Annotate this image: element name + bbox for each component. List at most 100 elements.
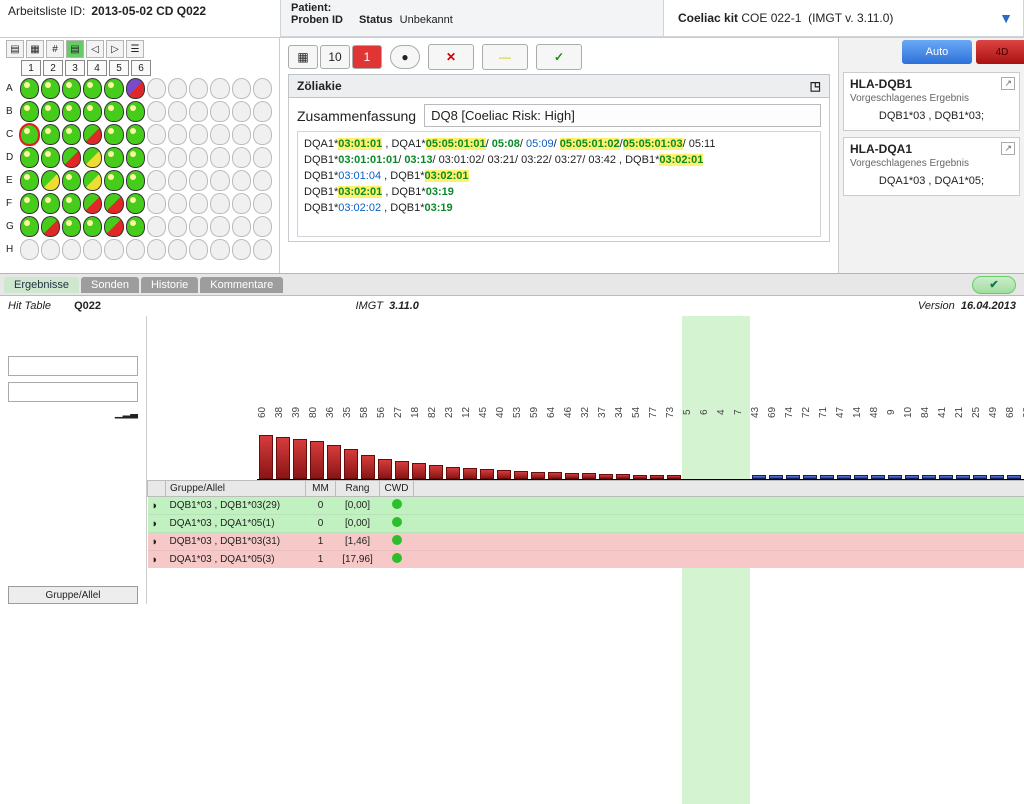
well-B10[interactable] [210,101,229,122]
probe-27[interactable]: 27 [393,400,410,424]
well-H1[interactable] [20,239,39,260]
num-1[interactable]: 1 [352,45,382,69]
well-G10[interactable] [210,216,229,237]
locus-card-0[interactable]: ↗HLA-DQB1Vorgeschlagenes ErgebnisDQB1*03… [843,72,1020,131]
expand-icon[interactable]: ◳ [810,79,821,93]
plate-col-5[interactable]: 5 [109,60,129,76]
probe-58[interactable]: 58 [359,400,376,424]
fourD-button[interactable]: 4D [976,40,1024,64]
kit-selector[interactable]: Coeliac kit COE 022-1 (IMGT v. 3.11.0) ▼ [664,0,1024,37]
well-H8[interactable] [168,239,187,260]
well-F10[interactable] [210,193,229,214]
well-H12[interactable] [253,239,272,260]
expand-icon[interactable]: ◗ [148,515,166,533]
well-D3[interactable] [62,147,81,168]
well-H9[interactable] [189,239,208,260]
well-C9[interactable] [189,124,208,145]
well-G9[interactable] [189,216,208,237]
result-row[interactable]: ◗DQB1*03 , DQB1*03(31)1[1,46] [148,533,1024,551]
well-G12[interactable] [253,216,272,237]
popout-icon[interactable]: ↗ [1001,142,1015,155]
probe-64[interactable]: 64 [546,400,563,424]
probe-41[interactable]: 41 [937,400,954,424]
locus-card-1[interactable]: ↗HLA-DQA1Vorgeschlagenes ErgebnisDQA1*03… [843,137,1020,196]
well-D1[interactable] [20,147,39,168]
well-C7[interactable] [147,124,166,145]
probe-82[interactable]: 82 [427,400,444,424]
plate-menu[interactable]: ☰ [126,40,144,58]
well-F6[interactable] [126,193,145,214]
well-G11[interactable] [232,216,251,237]
chevron-down-icon[interactable]: ▼ [999,10,1013,26]
well-B7[interactable] [147,101,166,122]
tab-sonden[interactable]: Sonden [81,277,139,293]
probe-7[interactable]: 7 [733,400,750,424]
well-C11[interactable] [232,124,251,145]
filter-input-2[interactable] [8,382,138,402]
probe-34[interactable]: 34 [614,400,631,424]
probe-38[interactable]: 38 [274,400,291,424]
probe-80[interactable]: 80 [308,400,325,424]
well-C5[interactable] [104,124,123,145]
num-10[interactable]: 10 [320,45,350,69]
well-D10[interactable] [210,147,229,168]
probe-49[interactable]: 49 [988,400,1005,424]
well-E7[interactable] [147,170,166,191]
result-row[interactable]: ◗DQB1*03 , DQB1*03(29)0[0,00] [148,497,1024,515]
well-H3[interactable] [62,239,81,260]
well-C6[interactable] [126,124,145,145]
well-C2[interactable] [41,124,60,145]
probe-47[interactable]: 47 [835,400,852,424]
probe-71[interactable]: 71 [818,400,835,424]
probe-68[interactable]: 68 [1005,400,1022,424]
well-B2[interactable] [41,101,60,122]
probe-40[interactable]: 40 [495,400,512,424]
well-E12[interactable] [253,170,272,191]
well-C10[interactable] [210,124,229,145]
well-G5[interactable] [104,216,123,237]
well-E8[interactable] [168,170,187,191]
probe-36[interactable]: 36 [325,400,342,424]
tb-icon[interactable]: ▦ [288,45,318,69]
well-F2[interactable] [41,193,60,214]
well-A12[interactable] [253,78,272,99]
probe-12[interactable]: 12 [461,400,478,424]
plate-tool-green[interactable]: ▤ [66,40,84,58]
plate-tool-1[interactable]: ▤ [6,40,24,58]
well-A6[interactable] [126,78,145,99]
plate-next[interactable]: ▷ [106,40,124,58]
expand-icon[interactable]: ◗ [148,497,166,515]
well-A2[interactable] [41,78,60,99]
well-F3[interactable] [62,193,81,214]
col-cwd[interactable]: CWD [380,481,414,497]
well-F9[interactable] [189,193,208,214]
well-B4[interactable] [83,101,102,122]
probe-77[interactable]: 77 [648,400,665,424]
well-B5[interactable] [104,101,123,122]
well-F7[interactable] [147,193,166,214]
probe-69[interactable]: 69 [767,400,784,424]
well-A10[interactable] [210,78,229,99]
well-C1[interactable] [20,124,39,145]
well-A4[interactable] [83,78,102,99]
well-D9[interactable] [189,147,208,168]
probe-37[interactable]: 37 [597,400,614,424]
probe-9[interactable]: 9 [886,400,903,424]
well-D8[interactable] [168,147,187,168]
probe-39[interactable]: 39 [291,400,308,424]
well-E2[interactable] [41,170,60,191]
tab-historie[interactable]: Historie [141,277,198,293]
probe-14[interactable]: 14 [852,400,869,424]
plate-col-6[interactable]: 6 [131,60,151,76]
well-E9[interactable] [189,170,208,191]
well-E6[interactable] [126,170,145,191]
well-D2[interactable] [41,147,60,168]
well-A9[interactable] [189,78,208,99]
well-F11[interactable] [232,193,251,214]
well-F4[interactable] [83,193,102,214]
well-G7[interactable] [147,216,166,237]
col-mm[interactable]: MM [306,481,336,497]
confirm-button[interactable]: ✔ [972,276,1016,294]
probe-54[interactable]: 54 [631,400,648,424]
well-B8[interactable] [168,101,187,122]
